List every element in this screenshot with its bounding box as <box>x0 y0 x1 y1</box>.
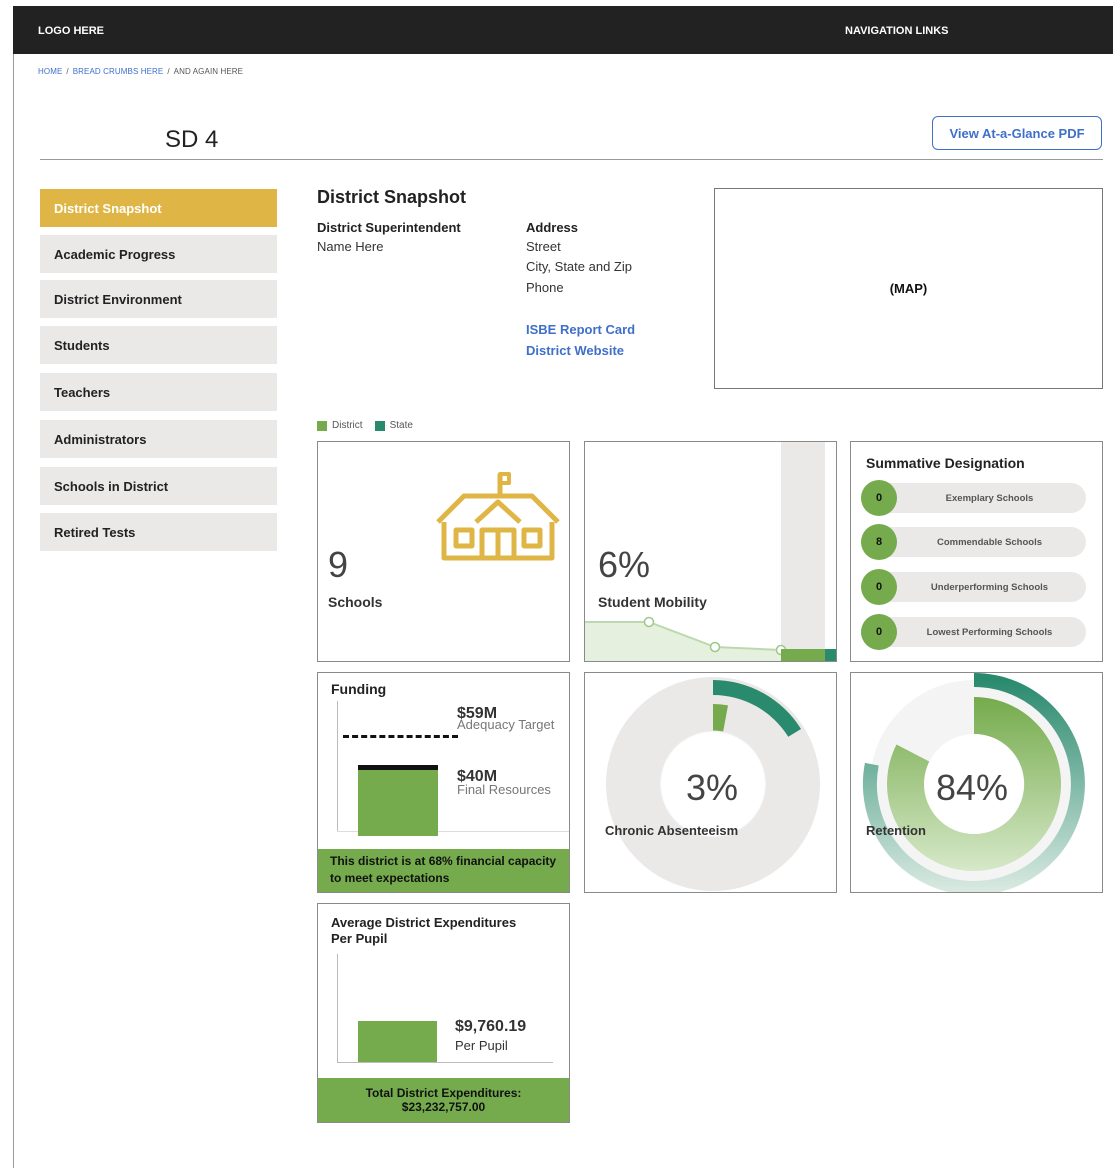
final-label: Final Resources <box>457 782 551 797</box>
section-title: District Snapshot <box>317 187 467 207</box>
breadcrumb-separator: / <box>66 67 69 76</box>
page-title: SD 4 <box>165 126 219 153</box>
student-mobility-card: 6% Student Mobility <box>584 441 837 662</box>
absenteeism-label: Chronic Absenteeism <box>605 823 739 838</box>
mobility-district-bar <box>781 649 825 661</box>
chronic-absenteeism-card: 3% Chronic Absenteeism <box>584 672 837 893</box>
sidebar-item-academic-progress[interactable]: Academic Progress <box>40 235 277 273</box>
target-label: Adequacy Target <box>457 717 555 732</box>
retention-card: 84% Retention <box>850 672 1103 893</box>
schools-label: Schools <box>328 594 383 610</box>
designation-row: 8 Commendable Schools <box>861 524 1086 560</box>
designation-count: 0 <box>861 614 897 650</box>
adequacy-target-line <box>343 735 458 738</box>
total-expenditures-footer: Total District Expenditures: $23,232,757… <box>318 1078 569 1122</box>
designation-count: 0 <box>861 480 897 516</box>
sidebar-item-district-environment[interactable]: District Environment <box>40 280 277 318</box>
superintendent-label: District Superintendent <box>317 220 461 235</box>
expenditures-value-label: Per Pupil <box>455 1038 508 1053</box>
sidebar-item-district-snapshot[interactable]: District Snapshot <box>40 189 277 227</box>
designation-row: 0 Exemplary Schools <box>861 480 1086 516</box>
state-swatch <box>374 420 385 431</box>
breadcrumb-crumb[interactable]: BREAD CRUMBS HERE <box>73 67 164 76</box>
title-divider <box>40 159 1103 160</box>
map-placeholder: (MAP) <box>889 281 928 296</box>
total-expenditures-label: Total District Expenditures: <box>365 1086 522 1100</box>
summative-title: Summative Designation <box>866 455 1025 471</box>
district-map[interactable]: (MAP) <box>714 188 1103 389</box>
mobility-state-bar <box>825 649 836 661</box>
expenditures-title-line1: Average District Expenditures <box>331 915 517 930</box>
mobility-highlight-band <box>781 442 825 661</box>
page-edge <box>13 54 14 1168</box>
expenditures-value: $9,760.19 <box>455 1018 527 1035</box>
schools-card: 9 Schools <box>317 441 570 662</box>
mobility-value: 6% <box>598 544 651 585</box>
total-expenditures-value: $23,232,757.00 <box>401 1100 486 1114</box>
navigation-links[interactable]: NAVIGATION LINKS <box>845 25 948 37</box>
schools-count: 9 <box>328 544 349 585</box>
final-resources-bar <box>358 765 438 836</box>
breadcrumb: HOME / BREAD CRUMBS HERE / AND AGAIN HERE <box>38 67 243 76</box>
retention-label: Retention <box>866 823 926 838</box>
expenditures-card: Average District Expenditures Per Pupil … <box>317 903 570 1123</box>
address-label: Address <box>526 220 579 235</box>
mobility-point <box>643 616 655 628</box>
expenditures-bar <box>358 1021 437 1062</box>
designation-label: Lowest Performing Schools <box>926 626 1053 638</box>
funding-card: Funding $59M Adequacy Target $40M Final … <box>317 672 570 893</box>
summative-designation-card: Summative Designation 0 Exemplary School… <box>850 441 1103 662</box>
view-pdf-button[interactable]: View At-a-Glance PDF <box>932 116 1102 150</box>
sidebar-item-teachers[interactable]: Teachers <box>40 373 277 411</box>
expenditures-baseline <box>337 1062 553 1063</box>
expenditures-axis <box>337 954 338 1062</box>
designation-label: Underperforming Schools <box>930 581 1049 593</box>
breadcrumb-current: AND AGAIN HERE <box>173 67 244 76</box>
address-phone: Phone <box>526 280 564 295</box>
designation-row: 0 Underperforming Schools <box>861 569 1086 605</box>
top-navigation-bar: LOGO HERE NAVIGATION LINKS <box>13 6 1113 54</box>
isbe-report-card-link[interactable]: ISBE Report Card <box>526 322 635 337</box>
sidebar-item-schools-in-district[interactable]: Schools in District <box>40 467 277 505</box>
logo[interactable]: LOGO HERE <box>38 25 104 37</box>
sidebar-item-students[interactable]: Students <box>40 326 277 364</box>
retention-value: 84% <box>936 767 1009 808</box>
legend-state: State <box>389 420 413 431</box>
designation-count: 8 <box>861 524 897 560</box>
superintendent-name: Name Here <box>317 239 384 254</box>
address-street: Street <box>526 239 561 254</box>
funding-axis <box>337 701 338 831</box>
sidebar-item-administrators[interactable]: Administrators <box>40 420 277 458</box>
designation-label: Exemplary Schools <box>945 492 1034 504</box>
school-building-icon <box>436 472 560 561</box>
breadcrumb-home[interactable]: HOME <box>38 67 62 76</box>
mobility-label: Student Mobility <box>598 594 707 610</box>
funding-capacity-note: This district is at 68% financial capaci… <box>318 849 569 892</box>
legend-district: District <box>332 420 363 431</box>
sidebar-item-retired-tests[interactable]: Retired Tests <box>40 513 277 551</box>
mobility-point <box>709 641 721 653</box>
breadcrumb-separator: / <box>167 67 170 76</box>
designation-row: 0 Lowest Performing Schools <box>861 614 1086 650</box>
district-website-link[interactable]: District Website <box>526 343 624 358</box>
funding-title: Funding <box>331 681 387 697</box>
chart-legend: District State <box>317 420 425 431</box>
absenteeism-value: 3% <box>686 767 739 808</box>
designation-count: 0 <box>861 569 897 605</box>
expenditures-title-line2: Per Pupil <box>331 931 388 946</box>
designation-label: Commendable Schools <box>936 536 1043 548</box>
address-city: City, State and Zip <box>526 259 632 274</box>
district-swatch <box>317 420 327 431</box>
